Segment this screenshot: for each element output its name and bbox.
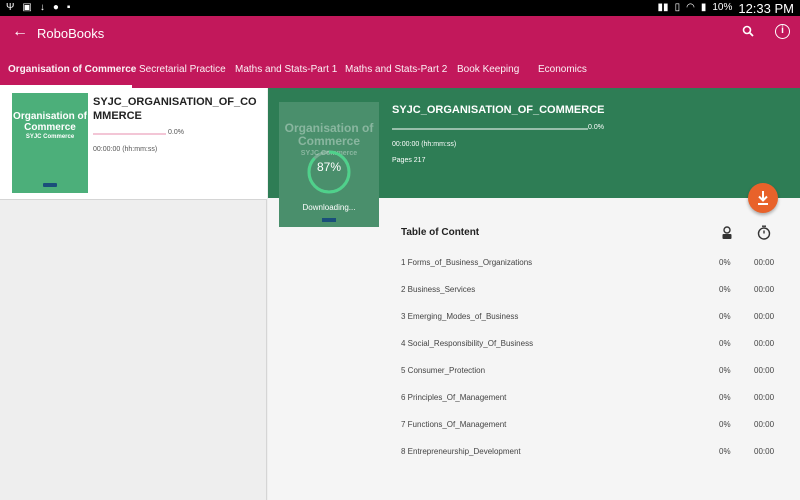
chapter-name: 7 Functions_Of_Management	[401, 420, 507, 429]
detail-duration: 00:00:00 (hh:mm:ss)	[392, 141, 457, 148]
table-row[interactable]: 8 Entrepreneurship_Development 0% 00:00	[401, 447, 781, 463]
wifi-icon: ◠	[686, 2, 695, 13]
info-icon[interactable]: i	[775, 24, 790, 39]
subject-tabs: Organisation of Commerce Secretarial Pra…	[0, 52, 800, 88]
chapter-percent: 0%	[719, 447, 731, 456]
download-notification-icon: ↓	[39, 2, 45, 13]
clock: 12:33 PM	[738, 0, 794, 16]
table-row[interactable]: 5 Consumer_Protection 0% 00:00	[401, 366, 781, 382]
table-row[interactable]: 6 Principles_Of_Management 0% 00:00	[401, 393, 781, 409]
search-icon[interactable]	[742, 24, 754, 40]
book-duration: 00:00:00 (hh:mm:ss)	[93, 146, 158, 153]
cover-title: Organisation of Commerce	[13, 111, 87, 133]
chapter-percent: 0%	[719, 366, 731, 375]
table-row[interactable]: 3 Emerging_Modes_of_Business 0% 00:00	[401, 312, 781, 328]
tab-secretarial-practice[interactable]: Secretarial Practice	[139, 64, 226, 75]
chapter-time: 00:00	[754, 393, 775, 402]
detail-progress-label: 0.0%	[588, 124, 604, 131]
book-progress-bar	[93, 133, 166, 135]
chapter-percent: 0%	[719, 393, 731, 402]
table-row[interactable]: 4 Social_Responsibility_Of_Business 0% 0…	[401, 339, 781, 355]
chapter-time: 00:00	[754, 258, 775, 267]
chapter-name: 4 Social_Responsibility_Of_Business	[401, 339, 534, 348]
tab-book-keeping[interactable]: Book Keeping	[457, 64, 519, 75]
table-row[interactable]: 2 Business_Services 0% 00:00	[401, 285, 781, 301]
chapter-time: 00:00	[754, 447, 775, 456]
reader-icon	[722, 226, 732, 239]
chapter-name: 8 Entrepreneurship_Development	[401, 447, 521, 456]
book-list: Organisation of Commerce SYJC Commerce S…	[0, 88, 267, 500]
app-title: RoboBooks	[37, 26, 105, 41]
chapter-time: 00:00	[754, 366, 775, 375]
table-row[interactable]: 7 Functions_Of_Management 0% 00:00	[401, 420, 781, 436]
book-cover: Organisation of Commerce SYJC Commerce	[12, 93, 88, 193]
chapter-name: 2 Business_Services	[401, 285, 476, 294]
app-bar: ← RoboBooks i	[0, 16, 800, 52]
detail-progress-bar	[392, 128, 588, 130]
battery-percent: 10%	[712, 2, 733, 13]
tab-maths-stats-1[interactable]: Maths and Stats-Part 1	[235, 64, 337, 75]
tab-organisation-of-commerce[interactable]: Organisation of Commerce	[8, 64, 136, 75]
publisher-logo	[43, 183, 57, 187]
image-icon: ▣	[22, 2, 32, 13]
toc-heading: Table of Content	[401, 227, 480, 238]
chapter-percent: 0%	[719, 420, 731, 429]
signal-icon: ▮▮	[657, 2, 669, 13]
status-bar: Ψ ▣ ↓ ● ▪ ▮▮ ▯ ◠ ▮ 10% 12:33 PM	[0, 0, 800, 16]
publisher-logo	[322, 218, 336, 222]
download-status: Downloading...	[302, 203, 356, 212]
tab-maths-stats-2[interactable]: Maths and Stats-Part 2	[345, 64, 447, 75]
download-icon	[758, 191, 768, 205]
back-arrow-icon[interactable]: ←	[12, 23, 28, 41]
page-count: Pages 217	[392, 157, 426, 164]
detail-title: SYJC_ORGANISATION_OF_COMMERCE	[392, 104, 605, 116]
chapter-name: 3 Emerging_Modes_of_Business	[401, 312, 519, 321]
chapter-name: 5 Consumer_Protection	[401, 366, 486, 375]
chapter-name: 1 Forms_of_Business_Organizations	[401, 258, 533, 267]
download-percent: 87%	[316, 160, 342, 174]
chapter-time: 00:00	[754, 339, 775, 348]
book-detail: SYJC_ORGANISATION_OF_COMMERCE 0.0% 00:00…	[268, 88, 800, 500]
chapter-percent: 0%	[719, 339, 731, 348]
chapter-percent: 0%	[719, 312, 731, 321]
chapter-time: 00:00	[754, 420, 775, 429]
usb-icon: Ψ	[6, 2, 15, 13]
chat-icon: ●	[52, 2, 59, 13]
chapter-time: 00:00	[754, 312, 775, 321]
battery-icon: ▮	[700, 2, 707, 13]
chapter-name: 6 Principles_Of_Management	[401, 393, 507, 402]
book-title: SYJC_ORGANISATION_OF_COMMERCE	[93, 96, 257, 122]
table-row[interactable]: 1 Forms_of_Business_Organizations 0% 00:…	[401, 258, 781, 274]
book-progress-label: 0.0%	[168, 129, 184, 136]
tab-economics[interactable]: Economics	[538, 64, 587, 75]
timer-icon	[757, 225, 771, 240]
chapter-percent: 0%	[719, 285, 731, 294]
cover-subtitle: SYJC Commerce	[25, 134, 75, 140]
list-item[interactable]: Organisation of Commerce SYJC Commerce S…	[0, 88, 267, 200]
detail-cover: Organisation of Commerce SYJC Commerce 8…	[279, 102, 379, 227]
vibrate-icon: ▯	[674, 2, 681, 13]
lock-icon: ▪	[66, 2, 71, 13]
cover-title: Organisation of Commerce	[284, 121, 374, 148]
chapter-time: 00:00	[754, 285, 775, 294]
download-button[interactable]	[748, 183, 778, 213]
chapter-percent: 0%	[719, 258, 731, 267]
